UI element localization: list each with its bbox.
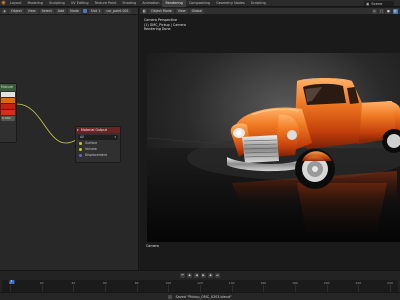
use-nodes-checkbox[interactable]	[82, 9, 87, 13]
workspace-tabs: Layout Modeling Sculpting UV Editing Texture…	[7, 0, 269, 7]
editor-mode-dropdown[interactable]: Object	[9, 8, 24, 14]
viewport-header: ◧ Object Mode View Global ◎ ▢ ● ◐	[140, 8, 400, 15]
timeline-gridline	[41, 285, 43, 292]
jump-end-icon[interactable]: ⏭	[215, 272, 220, 278]
volume-socket-icon[interactable]	[79, 147, 82, 151]
status-message: Saved "Pickup_GMC_0203.blend"	[175, 294, 232, 299]
material-name-field[interactable]: car_paint.001	[104, 8, 131, 14]
timeline-gridline	[263, 285, 265, 292]
color-swatch-1[interactable]	[1, 92, 15, 97]
color-swatch-2[interactable]	[1, 98, 15, 103]
select-menu[interactable]: Select	[39, 8, 54, 14]
material-slot-dropdown[interactable]: Slot 1	[88, 8, 103, 14]
socket-volume-label: Volume	[85, 147, 97, 151]
scene-icon: ▣	[366, 1, 370, 6]
pickup-truck-render	[147, 53, 400, 242]
viewport-info-overlay: Camera Perspective (1) GMC_Pickup | Came…	[144, 18, 186, 32]
render-status-label: Rendering Done	[144, 27, 171, 32]
viewport-type-icon[interactable]: ◧	[142, 8, 147, 14]
blender-logo-icon[interactable]: ◉	[0, 0, 7, 7]
displacement-socket-icon[interactable]	[79, 153, 82, 157]
workspace-tab-uv-editing[interactable]: UV Editing	[68, 0, 92, 7]
editor-type-icon[interactable]: ◈	[2, 8, 7, 14]
timeline-gridline	[326, 285, 328, 292]
timeline-gridline	[136, 285, 138, 292]
shader-node-editor[interactable]: ◈ Object View Select Add Node Slot 1 car…	[0, 8, 139, 270]
view-menu[interactable]: View	[25, 8, 38, 14]
surface-socket-icon[interactable]	[79, 141, 82, 145]
object-mode-dropdown[interactable]: Object Mode	[149, 8, 174, 14]
dropdown-caret-icon: ▾	[114, 135, 116, 139]
timeline-gridline	[231, 285, 233, 292]
status-bar: Saved "Pickup_GMC_0203.blend"	[0, 292, 400, 300]
camera-render-frame	[147, 53, 400, 242]
jump-start-icon[interactable]: ⏮	[180, 272, 185, 278]
output-target-value: All	[80, 135, 84, 139]
scene-label: Scene	[371, 1, 383, 6]
playback-controls: ⏮ ◆ ◀ ▶ ◆ ⏭	[0, 271, 400, 279]
workspace-tab-sculpting[interactable]: Sculpting	[46, 0, 68, 7]
prev-keyframe-icon[interactable]: ◆	[187, 272, 192, 278]
workspace-tab-layout[interactable]: Layout	[7, 0, 25, 7]
mix-node[interactable]: Mixture 0.000	[0, 83, 17, 143]
mix-value-field[interactable]: 0.000	[1, 116, 15, 121]
workspace-tab-texture-paint[interactable]: Texture Paint	[92, 0, 120, 7]
collapse-chevron-icon[interactable]: ▾	[77, 127, 79, 133]
camera-name-label: Camera	[146, 244, 159, 248]
xray-toggle-icon[interactable]: ▢	[379, 8, 384, 14]
workspace-tab-shading[interactable]: Shading	[119, 0, 139, 7]
workspace-tab-rendering[interactable]: Rendering	[162, 0, 186, 7]
timeline-gridline	[358, 285, 360, 292]
output-target-dropdown[interactable]: All ▾	[78, 135, 118, 140]
next-keyframe-icon[interactable]: ◆	[208, 272, 213, 278]
workspace-tab-modeling[interactable]: Modeling	[25, 0, 46, 7]
socket-displacement-label: Displacement	[85, 153, 107, 157]
mix-node-header: Mixture	[0, 84, 16, 91]
play-icon[interactable]: ▶	[201, 272, 206, 278]
workspace-tab-scripting[interactable]: Scripting	[248, 0, 269, 7]
play-reverse-icon[interactable]: ◀	[194, 272, 199, 278]
timeline-gridline	[295, 285, 296, 292]
rendered-shading-icon[interactable]: ◐	[393, 8, 398, 14]
transform-orientation-dropdown[interactable]: Global	[189, 8, 205, 14]
timeline-gridline	[10, 285, 11, 292]
timeline-editor[interactable]: ⏮ ◆ ◀ ▶ ◆ ⏭ 1 0 20 40 60 80 100 120 140 160 180 20…	[0, 270, 400, 292]
workspace-tab-geometry-nodes[interactable]: Geometry Nodes	[213, 0, 248, 7]
timeline-gridline	[200, 285, 201, 292]
workspace-tab-compositing[interactable]: Compositing	[186, 0, 213, 7]
solid-shading-icon[interactable]: ●	[386, 8, 391, 14]
material-output-title: Material Output	[81, 128, 107, 132]
color-swatch-3[interactable]	[1, 104, 15, 109]
timeline-gridline	[105, 285, 106, 292]
workspace-topbar: ◉ Layout Modeling Sculpting UV Editing Textu…	[0, 0, 400, 7]
add-menu[interactable]: Add	[55, 8, 67, 14]
timeline-gridline	[390, 285, 391, 292]
color-swatch-4[interactable]	[1, 110, 15, 115]
node-editor-header: ◈ Object View Select Add Node Slot 1 car…	[0, 8, 138, 15]
node-menu[interactable]: Node	[68, 8, 81, 14]
material-output-header: ▾ Material Output	[76, 127, 120, 133]
material-output-node[interactable]: ▾ Material Output All ▾ Surface Volume D…	[75, 126, 121, 163]
viewport-view-menu[interactable]: View	[175, 8, 188, 14]
scene-selector[interactable]: ▣ Scene	[364, 1, 394, 6]
3d-viewport[interactable]: ◧ Object Mode View Global ◎ ▢ ● ◐ Camera…	[140, 8, 400, 270]
timeline-ruler[interactable]: 1 0 20 40 60 80 100 120 140 160 180 200 220 240	[2, 280, 398, 292]
node-link-wire	[16, 103, 77, 144]
socket-displacement[interactable]: Displacement	[76, 152, 120, 158]
timeline-gridline	[73, 285, 75, 292]
overlay-toggle-icon[interactable]: ◎	[372, 8, 377, 14]
socket-surface-label: Surface	[85, 141, 98, 145]
timeline-gridline	[168, 285, 170, 292]
info-icon	[168, 294, 173, 299]
workspace-tab-animation[interactable]: Animation	[139, 0, 162, 7]
